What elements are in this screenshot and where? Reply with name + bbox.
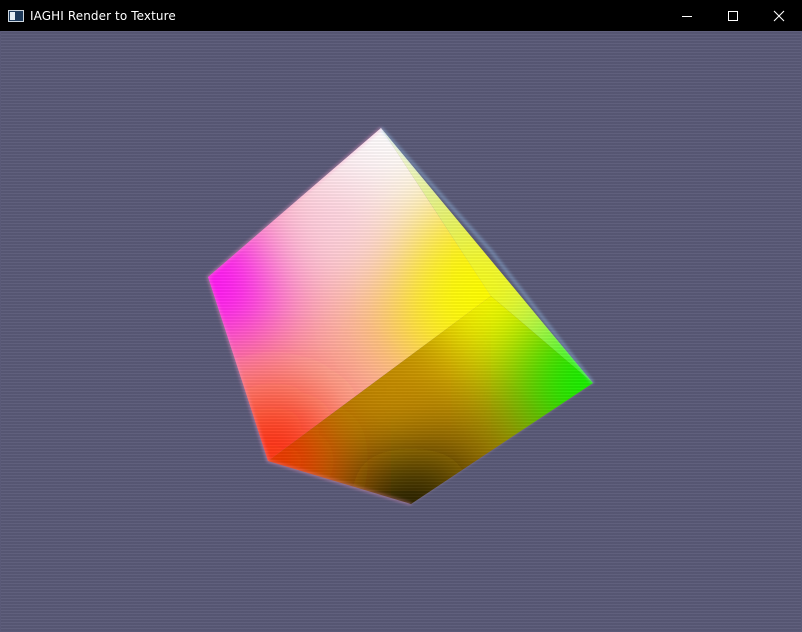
close-button[interactable] — [756, 0, 802, 31]
app-window: IAGHI Render to Texture — [0, 0, 802, 632]
maximize-button[interactable] — [710, 0, 756, 31]
close-icon — [773, 10, 785, 21]
window-title: IAGHI Render to Texture — [30, 8, 176, 23]
render-viewport[interactable] — [1, 31, 801, 631]
window-controls — [664, 0, 802, 31]
maximize-icon — [728, 10, 738, 21]
color-cube — [206, 126, 595, 506]
minimize-button[interactable] — [664, 0, 710, 31]
app-window-icon[interactable] — [8, 9, 24, 22]
minimize-icon — [682, 15, 692, 17]
title-bar[interactable]: IAGHI Render to Texture — [0, 0, 802, 31]
